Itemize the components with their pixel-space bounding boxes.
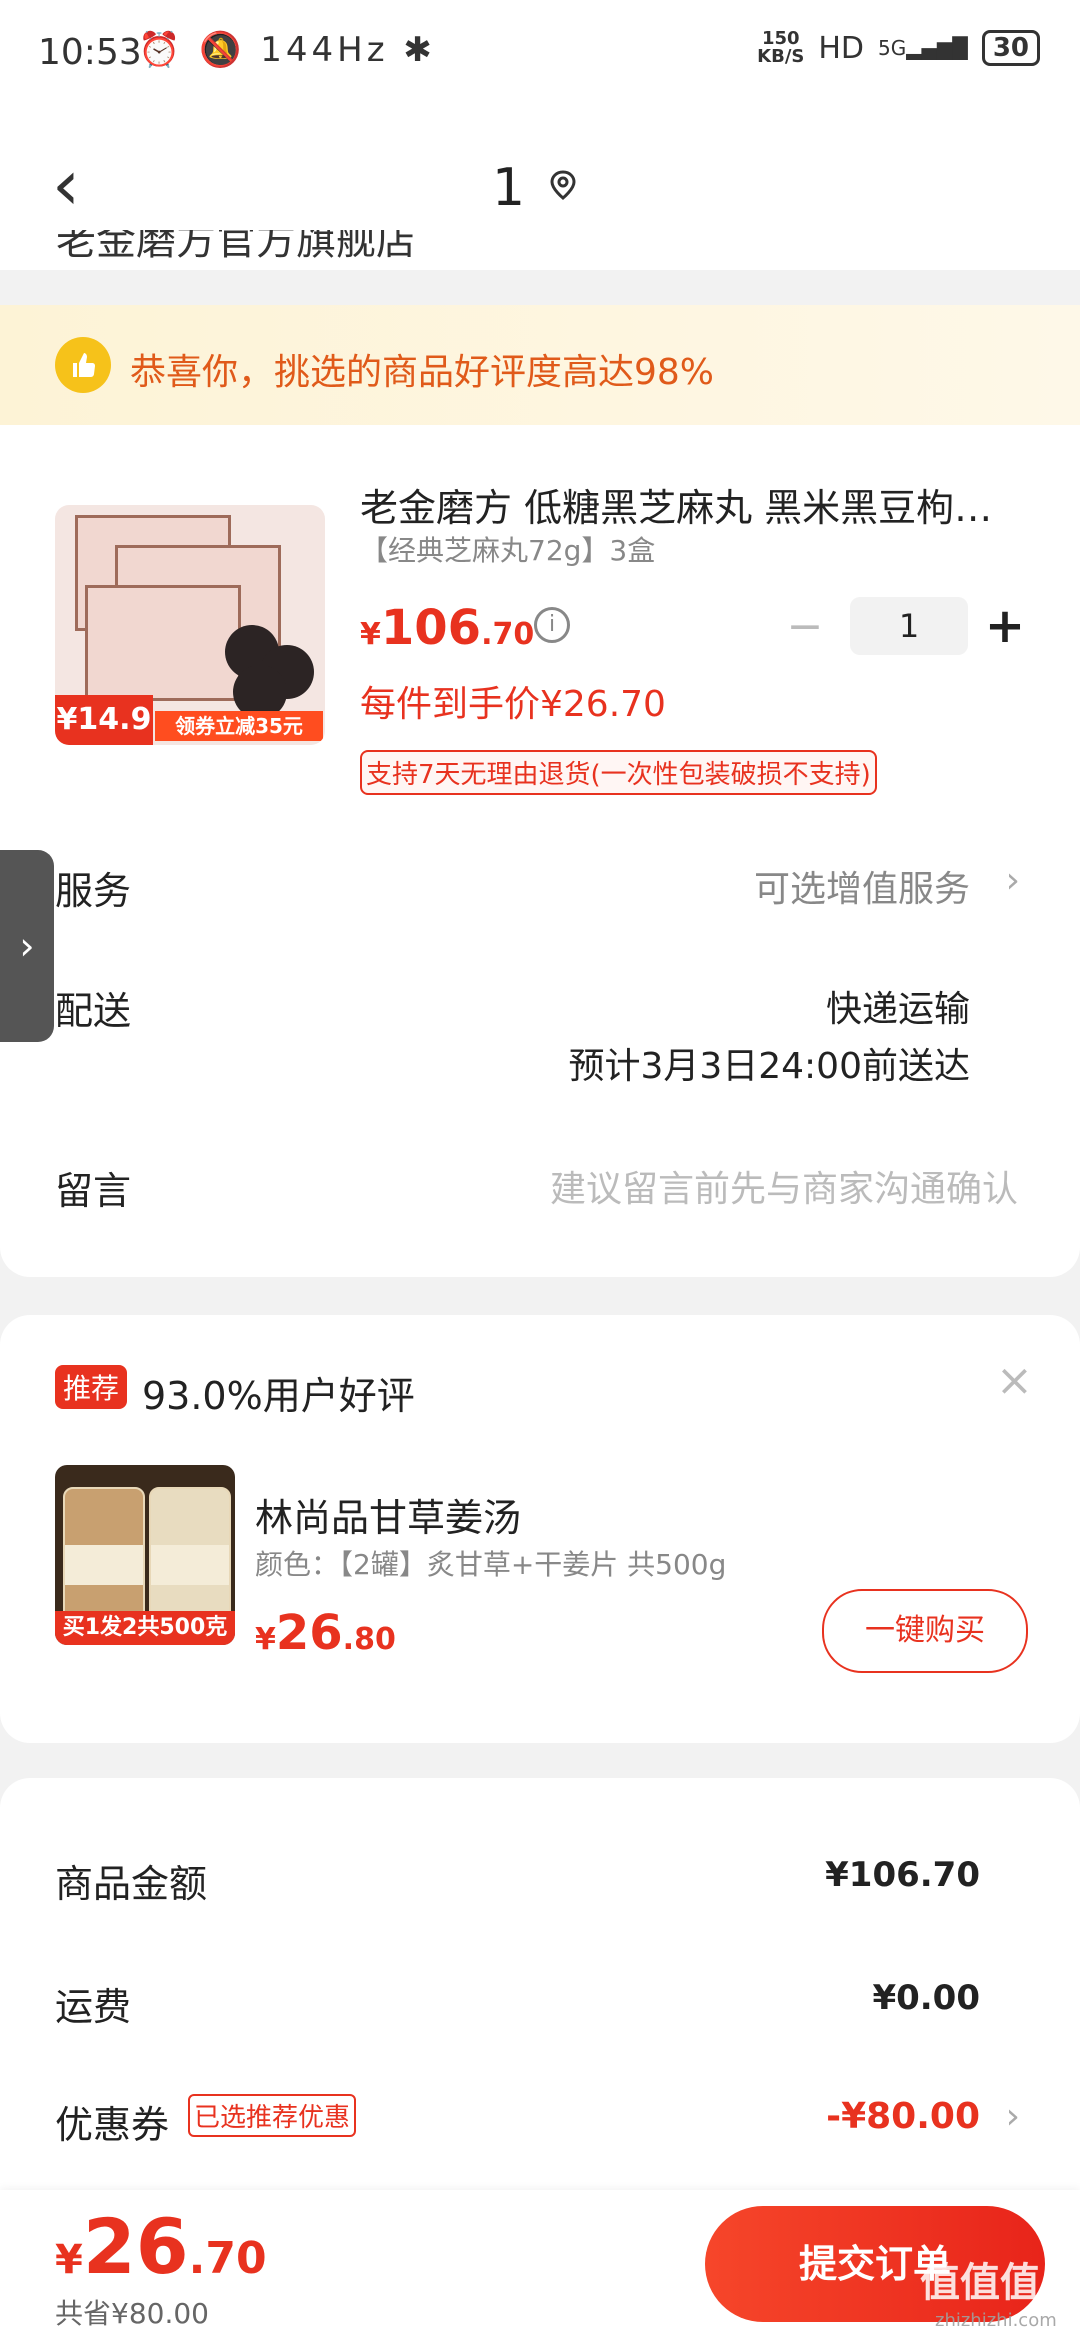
product-image-coupon-badge: 领券立减35元	[155, 711, 323, 741]
service-value[interactable]: 可选增值服务	[754, 860, 970, 912]
goods-amount-value: ¥106.70	[825, 1855, 980, 1895]
recommend-price: ¥26.80	[255, 1605, 396, 1661]
total-price: ¥26.70	[55, 2202, 267, 2291]
side-expand-tab[interactable]: ›	[0, 850, 54, 1042]
order-item-card: ¥14.9 领券立减35元 老金磨方 低糖黑芝麻丸 黑米黑豆枸杞… 【经典芝麻丸…	[0, 425, 1080, 1277]
recommend-card: 推荐 93.0%用户好评 × 买1发2共500克 林尚品甘草姜汤 颜色：【2罐】…	[0, 1315, 1080, 1743]
recommend-spec: 颜色：【2罐】炙甘草+干姜片 共500g	[255, 1548, 727, 1581]
message-label: 留言	[55, 1169, 132, 1213]
banner-text: 恭喜你，挑选的商品好评度高达98%	[130, 352, 715, 393]
signal-icon: 5G▂▄▆█	[878, 36, 968, 60]
delivery-label: 配送	[55, 989, 132, 1033]
delivery-method: 快递运输	[825, 989, 970, 1030]
recommend-image[interactable]: 买1发2共500克	[55, 1465, 235, 1645]
product-image[interactable]: ¥14.9 领券立减35元	[55, 505, 325, 745]
close-icon[interactable]: ×	[996, 1355, 1033, 1406]
delivery-eta: 预计3月3日24:00前送达	[568, 1046, 970, 1087]
product-image-price-badge: ¥14.9	[55, 695, 153, 745]
coupon-tag: 已选推荐优惠	[188, 2094, 357, 2137]
shipping-label: 运费	[55, 1985, 132, 2029]
quantity-stepper: − 1 +	[780, 597, 1030, 655]
shipping-value: ¥0.00	[872, 1978, 980, 2018]
recommend-rating: 93.0%用户好评	[142, 1374, 415, 1418]
service-label: 服务	[55, 869, 132, 913]
rating-banner: 恭喜你，挑选的商品好评度高达98%	[0, 305, 1080, 425]
product-spec[interactable]: 【经典芝麻丸72g】3盒	[360, 529, 655, 569]
battery-icon: 30	[981, 30, 1040, 66]
return-policy-tag: 支持7天无理由退货(一次性包装破损不支持)	[360, 750, 877, 795]
status-bar: 10:53 ⏰ 🔕 144Hz ✱ 150 KB/S HD 5G▂▄▆█ 30	[0, 0, 1080, 110]
page-header: ‹ 1 老金磨方官方旗舰店	[0, 110, 1080, 270]
clock: 10:53	[38, 32, 142, 73]
increase-button[interactable]: +	[980, 598, 1030, 654]
coupon-value[interactable]: -¥80.00	[826, 2096, 980, 2137]
message-input[interactable]: 建议留言前先与商家沟通确认	[550, 1160, 1018, 1212]
network-speed: 150 KB/S	[757, 28, 805, 67]
saved-amount: 共省¥80.00	[55, 2297, 209, 2330]
chevron-right-icon[interactable]: ›	[1006, 2096, 1020, 2137]
location-pin-icon[interactable]	[548, 170, 578, 200]
one-click-buy-button[interactable]: 一键购买	[822, 1589, 1028, 1673]
goods-amount-label: 商品金额	[55, 1862, 208, 1906]
status-right: 150 KB/S HD 5G▂▄▆█ 30	[757, 30, 1040, 66]
thumbs-up-icon	[55, 337, 111, 393]
product-name[interactable]: 老金磨方 低糖黑芝麻丸 黑米黑豆枸杞…	[360, 477, 1000, 532]
info-icon[interactable]: i	[534, 607, 570, 643]
status-icons: ⏰ 🔕 144Hz ✱	[138, 30, 436, 70]
shop-name-peek: 老金磨方官方旗舰店	[56, 230, 416, 260]
unit-price: 每件到手价¥26.70	[360, 684, 666, 725]
recommend-name[interactable]: 林尚品甘草姜汤	[255, 1487, 521, 1542]
decrease-button[interactable]: −	[780, 601, 830, 652]
recommend-tag: 推荐	[55, 1365, 128, 1409]
hd-indicator: HD	[818, 30, 865, 66]
quantity-input[interactable]: 1	[850, 597, 968, 655]
coupon-label: 优惠券	[55, 2103, 170, 2147]
recommend-image-badge: 买1发2共500克	[55, 1611, 235, 1645]
checkout-bar: ¥26.70 共省¥80.00 提交订单	[0, 2190, 1080, 2340]
page-title: 1	[492, 158, 526, 218]
chevron-left-icon[interactable]: ‹	[52, 150, 80, 220]
watermark-url: zhizhizhi.com	[935, 2310, 1057, 2331]
product-price: ¥106.70	[360, 600, 535, 656]
watermark: 值值值	[920, 2260, 1040, 2306]
chevron-right-icon[interactable]: ›	[1006, 860, 1020, 901]
